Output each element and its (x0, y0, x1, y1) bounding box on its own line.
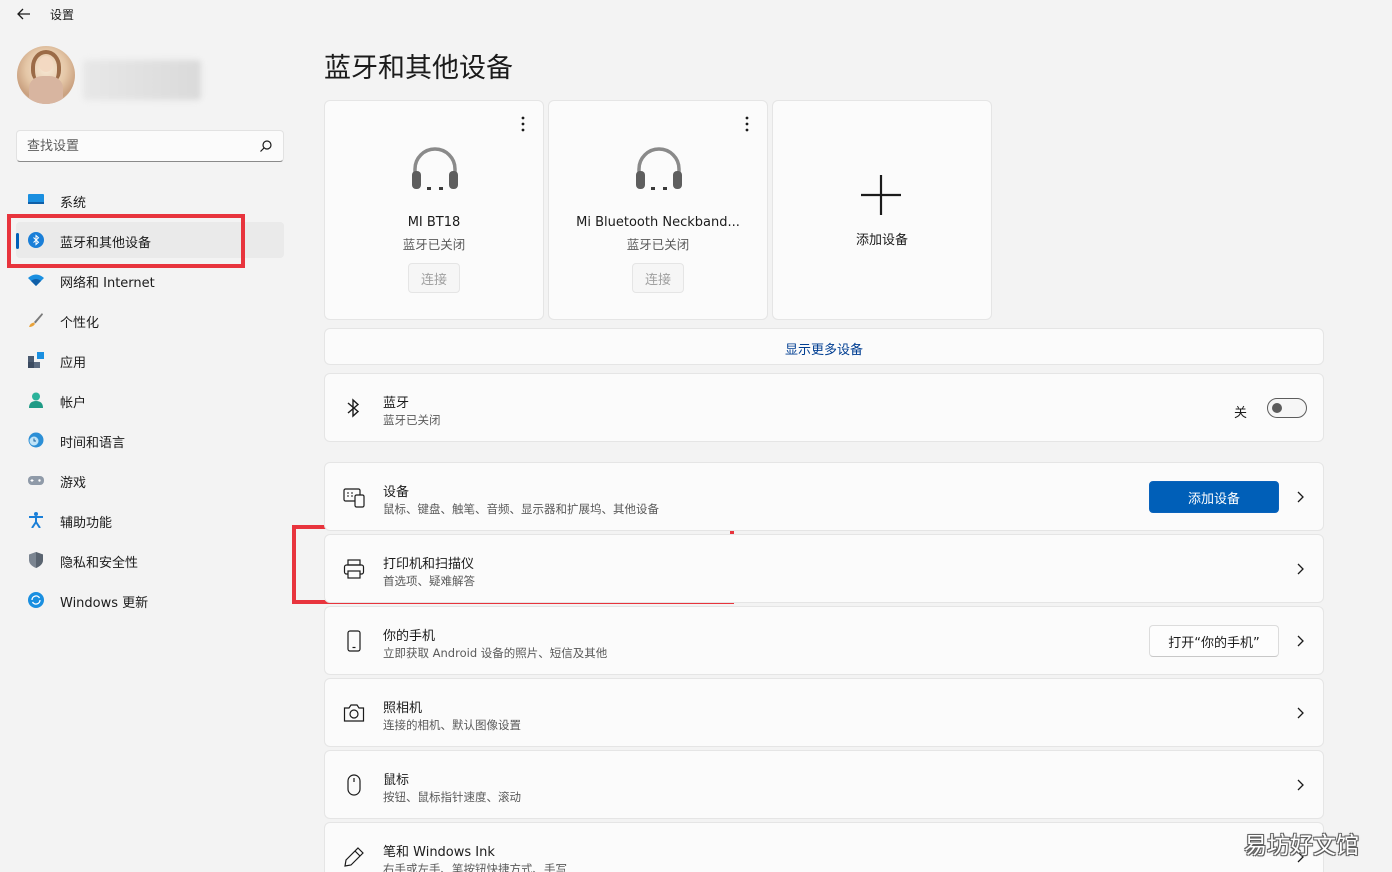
mouse-icon (347, 774, 361, 796)
row-title: 打印机和扫描仪 (383, 557, 475, 572)
headphones-icon (412, 147, 458, 190)
bluetooth-row: 蓝牙 蓝牙已关闭 关 (324, 373, 1324, 442)
wifi-icon (28, 274, 44, 286)
title-bar: 设置 (0, 0, 1392, 28)
sidebar-item-label: 系统 (60, 196, 87, 211)
printers-scanners-row[interactable]: 打印机和扫描仪 首选项、疑难解答 (324, 534, 1324, 603)
sidebar-item-label: 隐私和安全性 (60, 556, 139, 571)
apps-icon (28, 352, 44, 368)
sidebar-item-gaming[interactable]: 游戏 (16, 462, 284, 498)
show-more-devices-link[interactable]: 显示更多设备 (324, 328, 1324, 365)
back-arrow-icon[interactable] (14, 4, 34, 24)
camera-icon (343, 704, 365, 722)
add-device-button[interactable]: 添加设备 (1149, 481, 1279, 513)
devices-icon (343, 488, 365, 508)
row-subtitle: 连接的相机、默认图像设置 (383, 718, 521, 732)
more-options-icon[interactable] (739, 115, 755, 133)
add-device-card[interactable]: 添加设备 (772, 100, 992, 320)
row-subtitle: 首选项、疑难解答 (383, 574, 475, 588)
sidebar-item-label: 帐户 (60, 396, 87, 411)
active-indicator (16, 233, 19, 249)
accessibility-icon (29, 512, 43, 528)
monitor-icon (28, 194, 44, 204)
device-card[interactable]: Mi Bluetooth Neckband... 蓝牙已关闭 连接 (548, 100, 768, 320)
devices-row[interactable]: 设备 鼠标、键盘、触笔、音频、显示器和扩展坞、其他设备 添加设备 (324, 462, 1324, 531)
open-your-phone-button[interactable]: 打开“你的手机” (1149, 625, 1279, 657)
sidebar-item-privacy[interactable]: 隐私和安全性 (16, 542, 284, 578)
search-input[interactable] (17, 131, 253, 161)
row-title: 照相机 (383, 701, 423, 716)
row-title: 蓝牙 (383, 396, 410, 411)
row-subtitle: 右手或左手、笔按钮快捷方式、手写 (383, 862, 567, 872)
watermark: 易坊好文馆 (1244, 833, 1359, 859)
gamepad-icon (28, 476, 44, 485)
sidebar-item-personalization[interactable]: 个性化 (16, 302, 284, 338)
sidebar-item-apps[interactable]: 应用 (16, 342, 284, 378)
row-subtitle: 鼠标、键盘、触笔、音频、显示器和扩展坞、其他设备 (383, 502, 659, 516)
sidebar-item-network[interactable]: 网络和 Internet (16, 262, 284, 298)
sidebar-item-time-language[interactable]: 时间和语言 (16, 422, 284, 458)
headphones-icon (636, 147, 682, 190)
more-options-icon[interactable] (515, 115, 531, 133)
row-subtitle: 蓝牙已关闭 (383, 413, 441, 427)
pen-windows-ink-row[interactable]: 笔和 Windows Ink 右手或左手、笔按钮快捷方式、手写 (324, 822, 1324, 872)
chevron-right-icon (1297, 563, 1304, 575)
device-status: 蓝牙已关闭 (402, 237, 466, 252)
person-icon (29, 392, 43, 408)
chevron-right-icon (1297, 707, 1304, 719)
search-icon[interactable] (259, 139, 273, 153)
pen-icon (344, 847, 364, 867)
row-title: 设备 (383, 485, 410, 500)
your-phone-row[interactable]: 你的手机 立即获取 Android 设备的照片、短信及其他 打开“你的手机” (324, 606, 1324, 675)
camera-row[interactable]: 照相机 连接的相机、默认图像设置 (324, 678, 1324, 747)
row-title: 你的手机 (383, 629, 436, 644)
brush-icon (29, 313, 43, 327)
connect-button[interactable]: 连接 (408, 263, 460, 293)
sidebar-item-windows-update[interactable]: Windows 更新 (16, 582, 284, 618)
bluetooth-toggle[interactable] (1267, 398, 1307, 418)
printer-icon (343, 559, 365, 579)
row-title: 笔和 Windows Ink (383, 845, 495, 860)
sidebar-item-label: 个性化 (60, 316, 100, 331)
device-card[interactable]: MI BT18 蓝牙已关闭 连接 (324, 100, 544, 320)
app-title: 设置 (50, 8, 75, 22)
sidebar-nav: 系统 蓝牙和其他设备 网络和 Internet 个性化 应用 帐户 时间和语言 … (16, 182, 284, 622)
add-device-label: 添加设备 (855, 233, 908, 248)
row-subtitle: 按钮、鼠标指针速度、滚动 (383, 790, 521, 804)
sidebar-item-accessibility[interactable]: 辅助功能 (16, 502, 284, 538)
sidebar-item-label: 时间和语言 (60, 436, 126, 451)
page-title: 蓝牙和其他设备 (324, 53, 513, 84)
chevron-right-icon (1297, 779, 1304, 791)
chevron-right-icon (1297, 635, 1304, 647)
device-status: 蓝牙已关闭 (626, 237, 690, 252)
plus-icon (861, 175, 901, 215)
phone-icon (347, 630, 361, 652)
mouse-row[interactable]: 鼠标 按钮、鼠标指针速度、滚动 (324, 750, 1324, 819)
shield-icon (29, 552, 43, 568)
sidebar-item-bluetooth[interactable]: 蓝牙和其他设备 (16, 222, 284, 258)
sidebar: 系统 蓝牙和其他设备 网络和 Internet 个性化 (0, 28, 300, 872)
sidebar-item-label: 辅助功能 (60, 516, 113, 531)
chevron-right-icon (1297, 491, 1304, 503)
connect-button[interactable]: 连接 (632, 263, 684, 293)
bluetooth-icon (347, 398, 360, 418)
toggle-state-label: 关 (1233, 406, 1247, 421)
sidebar-item-label: 应用 (60, 356, 87, 371)
avatar[interactable] (17, 46, 75, 104)
device-name: MI BT18 (407, 215, 461, 230)
sidebar-item-label: 网络和 Internet (60, 276, 155, 291)
update-icon (28, 592, 44, 608)
sidebar-item-label: 蓝牙和其他设备 (60, 236, 152, 251)
sidebar-item-system[interactable]: 系统 (16, 182, 284, 218)
sidebar-item-accounts[interactable]: 帐户 (16, 382, 284, 418)
row-subtitle: 立即获取 Android 设备的照片、短信及其他 (383, 646, 608, 660)
user-name-redacted (83, 60, 201, 100)
sidebar-item-label: 游戏 (60, 476, 87, 491)
globe-clock-icon (28, 432, 44, 448)
device-name: Mi Bluetooth Neckband... (576, 215, 740, 230)
row-title: 鼠标 (383, 773, 410, 788)
bluetooth-icon (28, 232, 44, 248)
sidebar-item-label: Windows 更新 (60, 596, 149, 611)
search-box[interactable] (16, 130, 284, 162)
